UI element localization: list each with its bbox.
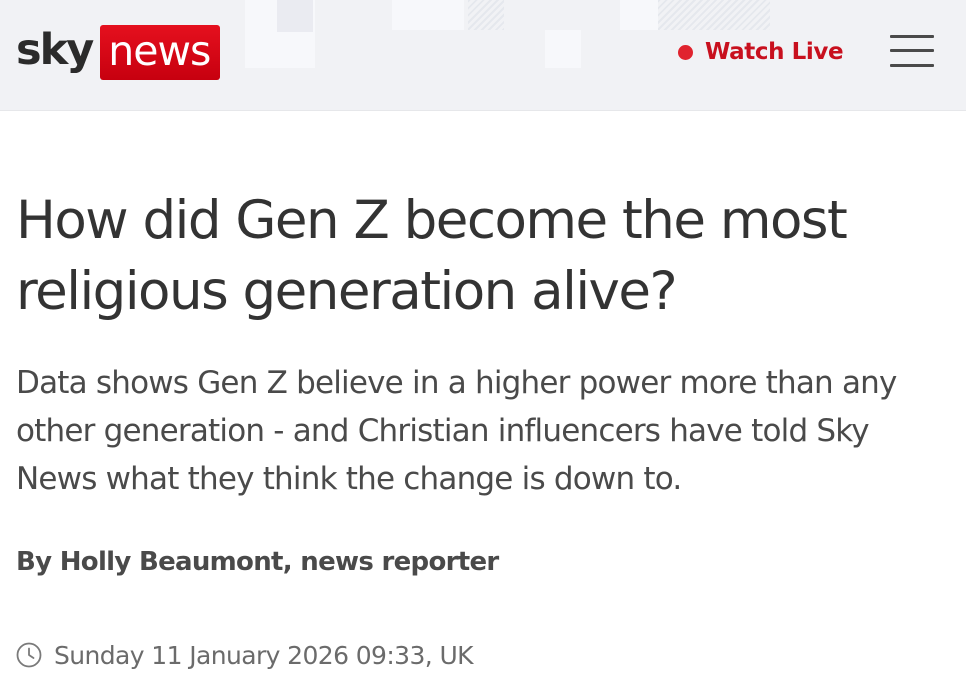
header-decoration (277, 0, 313, 32)
header-decoration (620, 0, 658, 30)
sky-news-logo[interactable]: sky news (16, 24, 221, 80)
hamburger-menu-icon[interactable] (890, 33, 934, 69)
timestamp-text: Sunday 11 January 2026 09:33, UK (54, 640, 474, 670)
article-standfirst: Data shows Gen Z believe in a higher pow… (16, 365, 897, 497)
header-decoration (658, 0, 770, 30)
header-decoration (468, 0, 504, 30)
menu-line (890, 49, 934, 52)
header-decoration (545, 30, 581, 68)
watch-live-label: Watch Live (705, 39, 844, 65)
live-dot-icon (678, 44, 693, 60)
header-decoration (392, 0, 464, 30)
menu-line (890, 64, 934, 67)
article-timestamp: Sunday 11 January 2026 09:33, UK (16, 637, 474, 673)
article-headline: How did Gen Z become the most religious … (16, 190, 848, 322)
article-byline: By Holly Beaumont, news reporter (16, 547, 499, 577)
logo-sky-wordmark: sky (16, 24, 94, 75)
watch-live-link[interactable]: Watch Live (678, 36, 844, 68)
menu-line (890, 35, 934, 38)
clock-icon (16, 642, 42, 668)
site-header: sky news Watch Live (0, 0, 966, 111)
logo-news-wordmark: news (100, 24, 221, 80)
